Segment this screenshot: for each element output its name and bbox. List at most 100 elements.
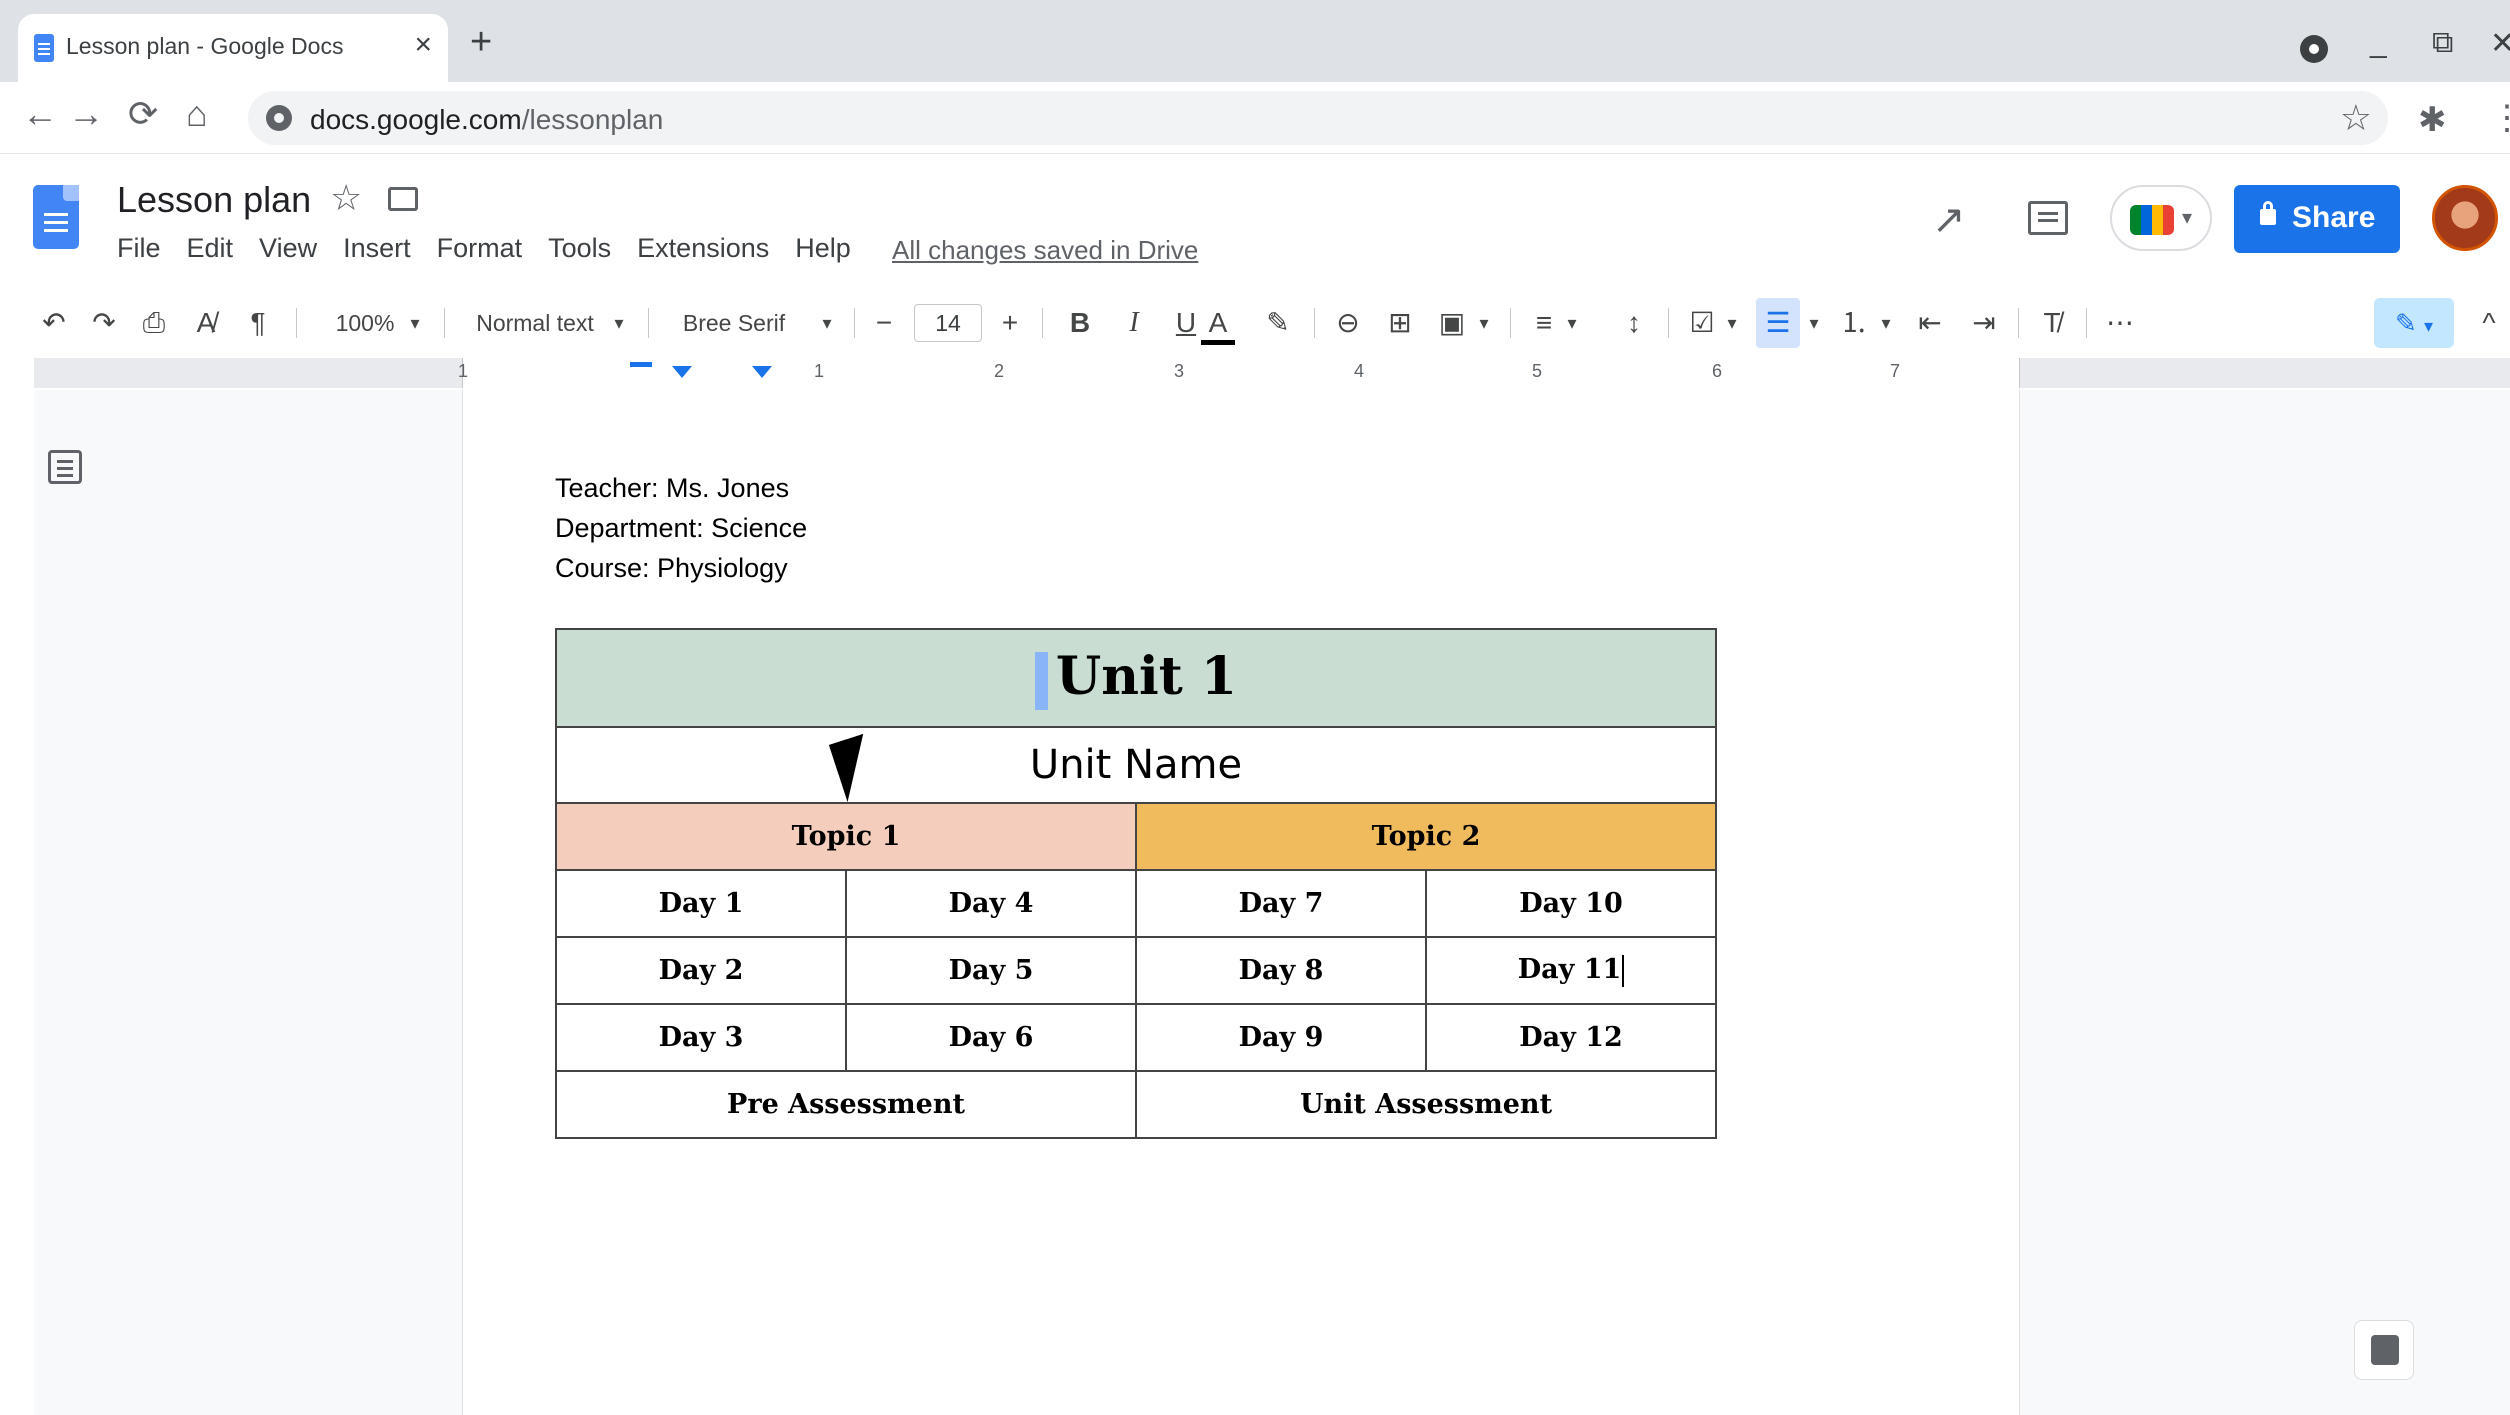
meet-button[interactable]: ▾ (2110, 185, 2212, 251)
topic1-cell[interactable]: Topic 1 (555, 802, 1137, 871)
menu-help[interactable]: Help (795, 233, 851, 264)
document-page[interactable]: Teacher: Ms. Jones Department: Science C… (462, 390, 2020, 1415)
reload-button[interactable]: ⟳ (128, 96, 158, 132)
unit-assessment-cell[interactable]: Unit Assessment (1135, 1070, 1717, 1139)
insert-image-icon[interactable]: ▣ (1432, 298, 1472, 348)
chevron-down-icon[interactable]: ▾ (1720, 298, 1744, 348)
paragraph-style-select[interactable]: Normal text (460, 298, 610, 348)
print-icon[interactable]: ⎙ (134, 298, 174, 348)
menu-tools[interactable]: Tools (548, 233, 611, 264)
chevron-down-icon[interactable]: ▾ (812, 298, 842, 348)
menu-format[interactable]: Format (437, 233, 523, 264)
extensions-icon[interactable]: ✱ (2418, 100, 2447, 140)
menu-file[interactable]: File (117, 233, 161, 264)
explore-icon[interactable] (2354, 1320, 2414, 1380)
decrease-indent-icon[interactable]: ⇤ (1910, 298, 1950, 348)
forward-button[interactable]: → (68, 96, 104, 132)
chevron-down-icon[interactable]: ▾ (1560, 298, 1584, 348)
toolbar-divider (854, 308, 855, 338)
profile-badge-icon[interactable] (2300, 35, 2328, 63)
more-icon[interactable]: ⋯ (2100, 298, 2140, 348)
avatar[interactable] (2432, 185, 2498, 251)
ruler-number: 1 (458, 361, 469, 381)
unit-title-cell[interactable]: Unit 1 (555, 628, 1717, 728)
collapse-menus-icon[interactable]: ^ (2474, 298, 2504, 348)
star-icon[interactable]: ☆ (330, 177, 362, 219)
paint-format-icon[interactable]: ¶ (238, 298, 278, 348)
move-folder-icon[interactable] (388, 187, 418, 211)
day-cell[interactable]: Day 6 (845, 1003, 1137, 1072)
course-line[interactable]: Course: Physiology (555, 548, 807, 588)
day-cell[interactable]: Day 1 (555, 869, 847, 938)
day-cell[interactable]: Day 3 (555, 1003, 847, 1072)
tab-close-icon[interactable]: × (414, 28, 432, 62)
increase-indent-icon[interactable]: ⇥ (1964, 298, 2004, 348)
meet-camera-icon (2130, 205, 2174, 235)
menu-view[interactable]: View (259, 233, 317, 264)
first-line-indent-handle[interactable] (630, 362, 652, 367)
redo-icon[interactable]: ↷ (84, 298, 124, 348)
bulleted-list-icon[interactable]: ☰ (1756, 298, 1800, 348)
numbered-list-icon[interactable]: ⒈ (1834, 298, 1874, 348)
highlight-icon[interactable]: ✎ (1258, 298, 1298, 348)
comments-icon[interactable] (2028, 201, 2068, 235)
left-indent-handle[interactable] (672, 366, 692, 378)
document-outline-icon[interactable] (48, 450, 82, 484)
decrease-font-size-button[interactable]: − (864, 298, 904, 348)
browser-tab[interactable]: Lesson plan - Google Docs × (18, 14, 448, 82)
chevron-down-icon[interactable]: ▾ (400, 298, 430, 348)
unit-name-cell[interactable]: Unit Name (555, 726, 1717, 804)
menu-extensions[interactable]: Extensions (637, 233, 769, 264)
menu-insert[interactable]: Insert (343, 233, 411, 264)
italic-button[interactable]: I (1114, 298, 1154, 348)
font-select[interactable]: Bree Serif (664, 298, 804, 348)
bookmark-star-icon[interactable]: ☆ (2340, 97, 2372, 139)
chevron-down-icon[interactable]: ▾ (1802, 298, 1826, 348)
day-cell[interactable]: Day 4 (845, 869, 1137, 938)
document-title[interactable]: Lesson plan (117, 179, 311, 221)
chevron-down-icon[interactable]: ▾ (1472, 298, 1496, 348)
add-comment-icon[interactable]: ⊞ (1380, 298, 1420, 348)
chevron-down-icon[interactable]: ▾ (604, 298, 634, 348)
back-button[interactable]: ← (22, 96, 58, 132)
day-cell[interactable]: Day 12 (1425, 1003, 1717, 1072)
save-status[interactable]: All changes saved in Drive (892, 235, 1198, 266)
editing-mode-button[interactable]: ✎ ▾ (2374, 298, 2454, 348)
day-cell-active[interactable]: Day 11 (1425, 936, 1717, 1005)
table-column-marker[interactable] (752, 366, 772, 378)
spellcheck-icon[interactable]: A̸ (186, 298, 226, 348)
align-left-icon[interactable]: ≡ (1524, 298, 1564, 348)
restore-button[interactable]: ⧉ (2432, 26, 2453, 60)
close-window-button[interactable]: ✕ (2490, 26, 2510, 61)
menu-edit[interactable]: Edit (187, 233, 234, 264)
docs-logo-icon[interactable] (33, 185, 79, 249)
department-line[interactable]: Department: Science (555, 508, 807, 548)
day-cell[interactable]: Day 9 (1135, 1003, 1427, 1072)
share-button[interactable]: Share (2234, 185, 2400, 253)
chevron-down-icon[interactable]: ▾ (1874, 298, 1898, 348)
clear-formatting-icon[interactable]: T̸ (2032, 298, 2072, 348)
day-cell[interactable]: Day 8 (1135, 936, 1427, 1005)
new-tab-button[interactable]: + (470, 23, 492, 61)
day-cell[interactable]: Day 10 (1425, 869, 1717, 938)
minimize-button[interactable]: _ (2370, 26, 2387, 60)
zoom-select[interactable]: 100% (320, 298, 410, 348)
day-cell[interactable]: Day 7 (1135, 869, 1427, 938)
site-info-icon[interactable] (266, 105, 292, 131)
day-cell[interactable]: Day 5 (845, 936, 1137, 1005)
line-spacing-icon[interactable]: ↕ (1614, 298, 1654, 348)
home-button[interactable]: ⌂ (186, 96, 208, 132)
pre-assessment-cell[interactable]: Pre Assessment (555, 1070, 1137, 1139)
font-size-input[interactable]: 14 (914, 304, 982, 342)
bold-button[interactable]: B (1060, 298, 1100, 348)
day-cell[interactable]: Day 2 (555, 936, 847, 1005)
teacher-line[interactable]: Teacher: Ms. Jones (555, 468, 807, 508)
topic2-cell[interactable]: Topic 2 (1135, 802, 1717, 871)
browser-menu-icon[interactable]: ⋮ (2490, 98, 2510, 138)
undo-icon[interactable]: ↶ (34, 298, 74, 348)
address-bar[interactable]: docs.google.com/lessonplan ☆ (248, 91, 2388, 145)
checklist-icon[interactable]: ☑ (1682, 298, 1722, 348)
link-icon[interactable]: ⊖ (1328, 298, 1368, 348)
activity-dashboard-icon[interactable]: ↗ (1932, 197, 1966, 243)
increase-font-size-button[interactable]: + (990, 298, 1030, 348)
